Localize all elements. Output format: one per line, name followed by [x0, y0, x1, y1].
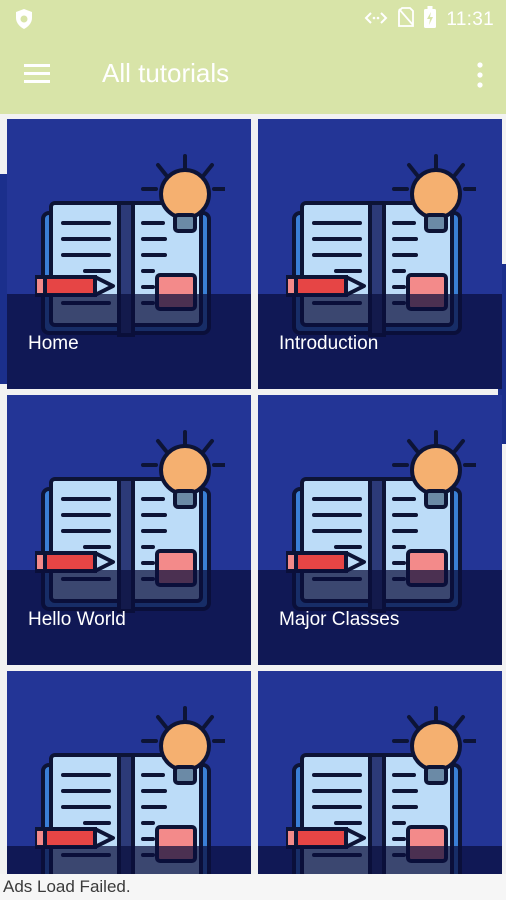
- status-time: 11:31: [446, 9, 494, 30]
- tutorial-card-home[interactable]: Home: [7, 119, 251, 389]
- tutorial-card-introduction[interactable]: Introduction: [258, 119, 502, 389]
- tutorial-card-major-classes[interactable]: Major Classes: [258, 395, 502, 665]
- battery-charging-icon: [424, 6, 437, 34]
- tutorial-card-label: Hello World: [28, 609, 126, 630]
- tutorial-card-label: Home: [28, 333, 79, 354]
- page-title: All tutorials: [102, 58, 230, 88]
- hamburger-menu-icon[interactable]: [22, 62, 54, 88]
- ads-status-text: Ads Load Failed.: [3, 877, 131, 896]
- tutorial-card-label: Introduction: [279, 333, 379, 354]
- status-bar: 11:31: [0, 0, 506, 36]
- tutorial-card[interactable]: [7, 671, 251, 874]
- ads-status-bar: Ads Load Failed.: [0, 874, 506, 900]
- tutorial-card-label: Major Classes: [279, 609, 400, 630]
- app-bar: All tutorials: [0, 36, 506, 114]
- more-options-icon[interactable]: [474, 58, 486, 92]
- no-sim-icon: [398, 7, 415, 33]
- tutorial-card[interactable]: [258, 671, 502, 874]
- tutorial-grid[interactable]: Home Introduction Hello World Major Clas…: [0, 114, 506, 874]
- tutorial-card-hello-world[interactable]: Hello World: [7, 395, 251, 665]
- data-transfer-icon: [364, 9, 388, 31]
- shield-icon: [14, 8, 34, 35]
